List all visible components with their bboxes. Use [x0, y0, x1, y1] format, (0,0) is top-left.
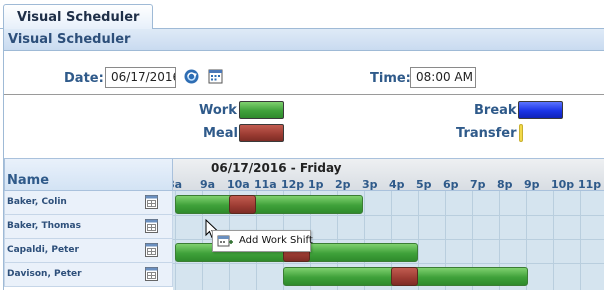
hour-label: 6p	[443, 178, 459, 191]
hour-label: 4p	[389, 178, 405, 191]
calendar-icon[interactable]	[145, 219, 158, 233]
hour-gridline	[580, 191, 581, 290]
hour-gridline	[553, 191, 554, 290]
date-input[interactable]: 06/17/2016	[105, 67, 176, 88]
meal-bar[interactable]	[391, 267, 418, 286]
calendar-add-icon	[217, 235, 233, 247]
hour-label: 2p	[335, 178, 351, 191]
date-label: Date:	[64, 71, 104, 86]
employee-name: Baker, Colin	[7, 197, 67, 207]
name-column-header: Name	[4, 158, 173, 191]
legend-break-swatch	[518, 101, 563, 119]
hour-label: 9p	[524, 178, 540, 191]
calendar-icon[interactable]	[145, 195, 158, 209]
legend-work-swatch	[239, 101, 284, 119]
row-gridline	[173, 215, 604, 216]
legend-meal-swatch	[239, 124, 284, 142]
divider	[4, 94, 604, 95]
tab-visual-scheduler[interactable]: Visual Scheduler	[3, 4, 154, 30]
employee-row[interactable]: Baker, Thomas	[4, 215, 173, 239]
hour-label: 5p	[416, 178, 432, 191]
tooltip-label: Add Work Shift	[239, 235, 313, 246]
refresh-icon[interactable]	[184, 69, 199, 84]
employee-row[interactable]: Davison, Peter	[4, 263, 173, 287]
hour-label: 11p	[578, 178, 602, 191]
row-gridline	[173, 263, 604, 264]
hour-label: 12p	[281, 178, 305, 191]
work-shift-bar[interactable]	[175, 195, 363, 214]
employee-name: Capaldi, Peter	[7, 245, 79, 255]
employee-row[interactable]: Capaldi, Peter	[4, 239, 173, 263]
hour-label: 1p	[308, 178, 324, 191]
employee-row[interactable]: Baker, Colin	[4, 191, 173, 215]
legend-meal-label: Meal	[203, 126, 238, 141]
hour-label: 10a	[227, 178, 250, 191]
add-work-shift-tooltip[interactable]: Add Work Shift	[212, 230, 313, 252]
hour-label: 8a	[173, 178, 183, 191]
meal-bar[interactable]	[229, 195, 256, 214]
panel-title: Visual Scheduler	[4, 29, 604, 51]
schedule-grid: Name 06/17/2016 - Friday 8a 9a 10a 11a 12p1p…	[4, 158, 604, 290]
hour-label: 7p	[470, 178, 486, 191]
timeline-date-title: 06/17/2016 - Friday	[211, 161, 342, 175]
hour-label: 9a	[200, 178, 216, 191]
hour-label: 3p	[362, 178, 378, 191]
time-input[interactable]: 08:00 AM	[410, 67, 476, 88]
tab-bar: Visual Scheduler	[0, 0, 604, 30]
legend-transfer-swatch	[519, 124, 523, 142]
legend-break-label: Break	[474, 103, 517, 118]
employee-name: Baker, Thomas	[7, 221, 81, 231]
hour-label: 10p	[551, 178, 575, 191]
timeline-header: 06/17/2016 - Friday 8a 9a 10a 11a 12p1p 2p 3p 4…	[173, 158, 604, 191]
hour-label: 8p	[497, 178, 513, 191]
legend-transfer-label: Transfer	[456, 126, 517, 141]
hour-label: 11a	[254, 178, 277, 191]
calendar-icon[interactable]	[145, 267, 158, 281]
calendar-icon[interactable]	[208, 69, 223, 84]
time-label: Time:	[370, 71, 411, 86]
employee-name: Davison, Peter	[7, 269, 82, 279]
calendar-icon[interactable]	[145, 243, 158, 257]
legend-work-label: Work	[199, 103, 237, 118]
